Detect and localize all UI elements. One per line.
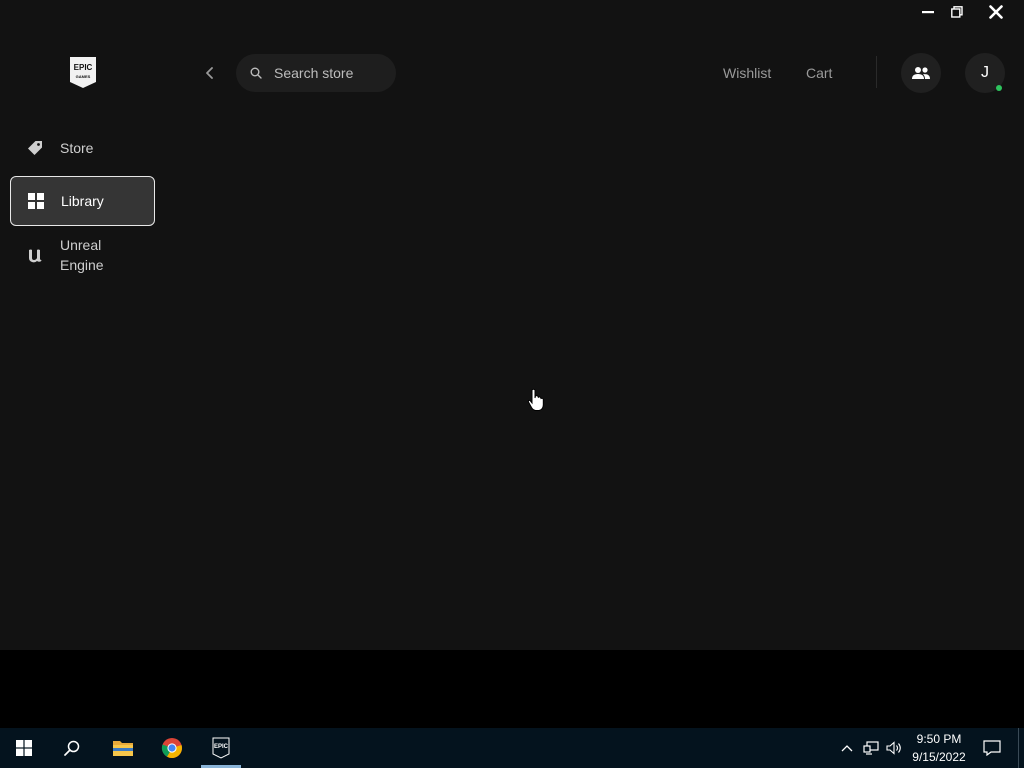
minimize-button[interactable] [913,0,942,24]
clock-time: 9:50 PM [916,732,962,746]
friends-icon [912,67,930,79]
network-button[interactable] [862,738,880,758]
search-icon [64,740,80,756]
wishlist-link[interactable]: Wishlist [723,64,771,82]
svg-text:EPIC: EPIC [74,63,93,72]
search-store-field[interactable] [236,54,396,92]
sidebar-item-unreal-engine[interactable]: Unreal Engine [10,234,155,276]
sidebar-item-store[interactable]: Store [10,133,155,163]
search-icon [250,67,262,79]
epic-games-logo-icon: EPIC GAMES [70,57,96,88]
epic-games-taskbar-button[interactable]: EPIC [201,728,241,768]
taskbar-clock[interactable]: 9:50 PM 9/15/2022 [906,730,972,766]
sidebar-item-label: Library [61,193,104,209]
title-bar [0,0,1024,26]
clock-date: 9/15/2022 [912,750,966,764]
minimize-icon [921,11,934,14]
epic-games-launcher-window: EPIC GAMES Store Library Unreal Engine S… [0,0,1024,650]
friends-button[interactable] [901,53,941,93]
grid-icon [27,192,45,210]
notification-icon [983,740,1001,756]
svg-text:GAMES: GAMES [76,74,91,79]
file-explorer-icon [113,741,133,756]
header-divider [876,56,877,88]
close-icon [988,5,1003,19]
svg-text:EPIC: EPIC [214,744,229,750]
chrome-button[interactable] [150,728,194,768]
hand-pointer-cursor-icon [527,388,544,411]
close-button[interactable] [981,0,1010,24]
start-button[interactable] [0,728,48,768]
restore-icon [950,6,963,18]
sidebar-item-library[interactable]: Library [10,176,155,226]
avatar-initial: J [981,64,989,81]
taskbar-search-button[interactable] [50,728,94,768]
windows-start-icon [16,740,32,756]
show-desktop-button[interactable] [1018,728,1019,768]
epic-games-logo[interactable]: EPIC GAMES [69,56,97,89]
chevron-up-icon [841,745,853,752]
online-status-indicator [996,85,1002,91]
file-explorer-button[interactable] [101,728,145,768]
unreal-engine-icon [26,246,44,264]
cart-link[interactable]: Cart [806,64,832,82]
show-hidden-icons-button[interactable] [838,738,856,758]
network-icon [863,741,879,755]
sidebar-item-label: Store [60,140,94,156]
maximize-button[interactable] [942,0,971,24]
action-center-button[interactable] [981,738,1003,758]
sidebar-item-label: Unreal Engine [60,237,104,273]
epic-games-icon: EPIC [212,737,230,759]
volume-button[interactable] [885,738,903,758]
volume-icon [886,741,901,755]
back-button[interactable] [199,62,221,84]
search-input[interactable] [274,65,384,81]
chrome-icon [161,738,182,759]
chevron-left-icon [206,67,213,79]
tag-icon [26,139,44,157]
